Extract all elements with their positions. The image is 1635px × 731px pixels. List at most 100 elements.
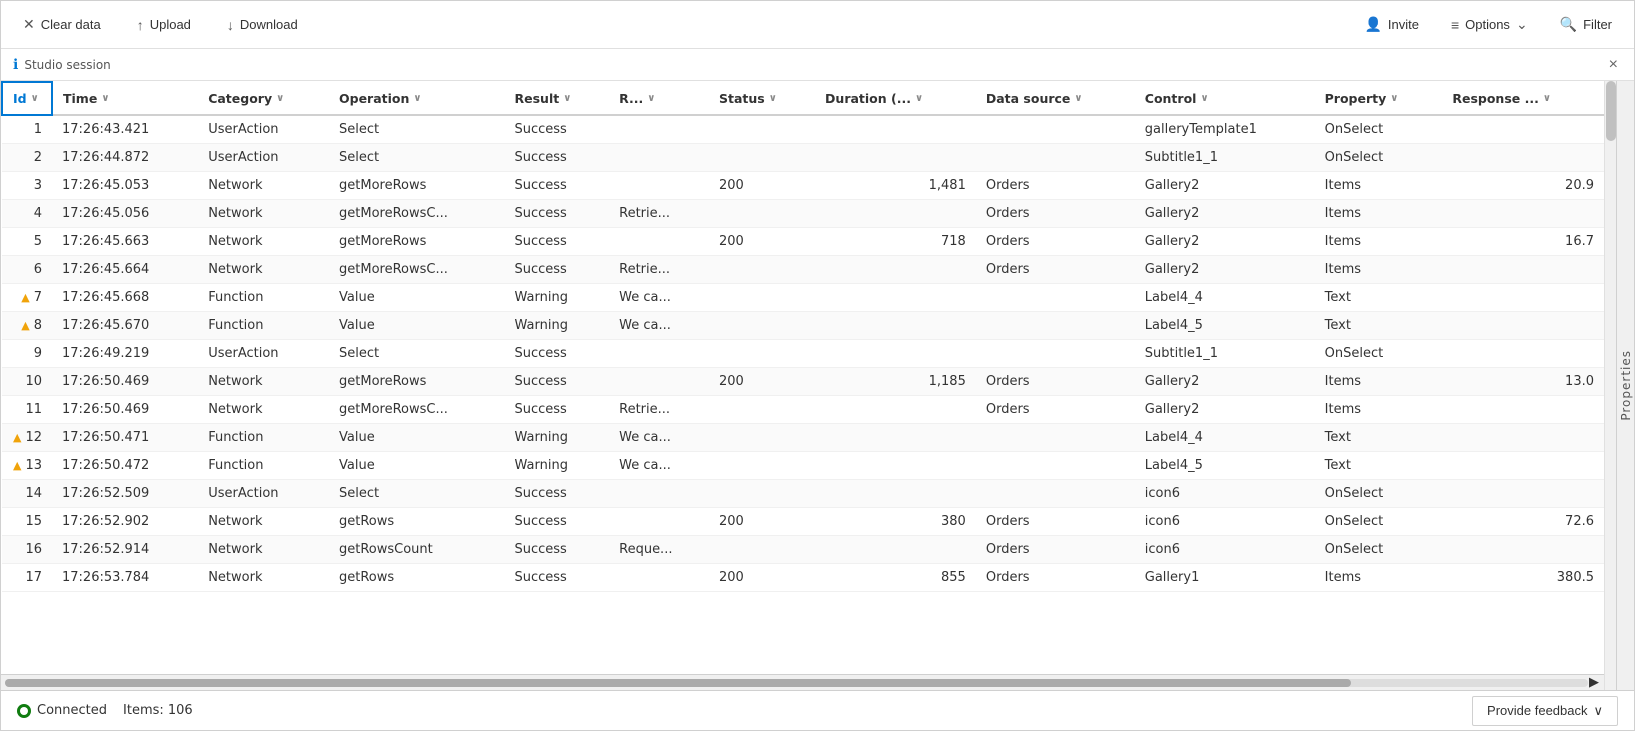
warning-icon: ▲ (13, 459, 21, 472)
provide-feedback-button[interactable]: Provide feedback ∨ (1472, 696, 1618, 726)
cell-result: Success (505, 564, 610, 592)
col-header-operation[interactable]: Operation ∨ (329, 82, 505, 115)
main-area: Id ∨ Time ∨ (1, 81, 1634, 690)
col-header-datasource[interactable]: Data source ∨ (976, 82, 1135, 115)
right-panel[interactable]: Properties (1616, 81, 1634, 690)
clear-data-button[interactable]: ✕ Clear data (17, 12, 107, 37)
cell-id: 17 (2, 564, 52, 592)
cell-datasource: Orders (976, 564, 1135, 592)
cell-id: 2 (2, 144, 52, 172)
upload-icon: ↑ (137, 17, 144, 33)
table-row[interactable]: ▲817:26:45.670FunctionValueWarningWe ca.… (2, 312, 1604, 340)
toolbar-right: 👤 Invite ≡ Options ⌄ 🔍 Filter (1358, 12, 1618, 37)
cell-datasource (976, 480, 1135, 508)
invite-icon: 👤 (1364, 16, 1381, 33)
table-row[interactable]: 317:26:45.053NetworkgetMoreRowsSuccess20… (2, 172, 1604, 200)
table-wrapper[interactable]: Id ∨ Time ∨ (1, 81, 1604, 674)
cell-id: 3 (2, 172, 52, 200)
col-header-duration[interactable]: Duration (... ∨ (815, 82, 976, 115)
cell-id: ▲7 (2, 284, 52, 312)
table-row[interactable]: ▲1317:26:50.472FunctionValueWarningWe ca… (2, 452, 1604, 480)
cell-property: Items (1315, 256, 1443, 284)
col-header-category[interactable]: Category ∨ (198, 82, 329, 115)
cell-property: Text (1315, 284, 1443, 312)
cell-category: Function (198, 424, 329, 452)
col-header-result[interactable]: Result ∨ (505, 82, 610, 115)
col-header-property[interactable]: Property ∨ (1315, 82, 1443, 115)
h-scrollbar-thumb[interactable] (5, 679, 1351, 687)
cell-result: Success (505, 115, 610, 144)
table-row[interactable]: 1017:26:50.469NetworkgetMoreRowsSuccess2… (2, 368, 1604, 396)
app-container: ✕ Clear data ↑ Upload ↓ Download 👤 Invit… (0, 0, 1635, 731)
cell-datasource (976, 452, 1135, 480)
table-row[interactable]: 1517:26:52.902NetworkgetRowsSuccess20038… (2, 508, 1604, 536)
col-status-label: Status (719, 91, 765, 106)
cell-operation: getMoreRowsC... (329, 200, 505, 228)
cell-property: Items (1315, 200, 1443, 228)
cell-operation: Select (329, 115, 505, 144)
table-row[interactable]: 217:26:44.872UserActionSelectSuccessSubt… (2, 144, 1604, 172)
warning-icon: ▲ (21, 319, 29, 332)
horizontal-scroll[interactable]: ▶ (1, 674, 1604, 690)
cell-status: 200 (709, 368, 815, 396)
table-row[interactable]: 917:26:49.219UserActionSelectSuccessSubt… (2, 340, 1604, 368)
col-header-control[interactable]: Control ∨ (1135, 82, 1315, 115)
cell-datasource: Orders (976, 396, 1135, 424)
cell-duration (815, 284, 976, 312)
cell-status (709, 256, 815, 284)
cell-duration (815, 115, 976, 144)
col-header-response[interactable]: Response ... ∨ (1442, 82, 1604, 115)
cell-datasource (976, 144, 1135, 172)
cell-property: Items (1315, 368, 1443, 396)
cell-status (709, 312, 815, 340)
cell-id: ▲12 (2, 424, 52, 452)
cell-duration: 380 (815, 508, 976, 536)
cell-id: 9 (2, 340, 52, 368)
v-scrollbar-thumb[interactable] (1606, 81, 1616, 141)
cell-time: 17:26:43.421 (52, 115, 198, 144)
session-close-button[interactable]: × (1605, 56, 1622, 74)
cell-datasource: Orders (976, 200, 1135, 228)
col-header-time[interactable]: Time ∨ (52, 82, 198, 115)
table-row[interactable]: 517:26:45.663NetworkgetMoreRowsSuccess20… (2, 228, 1604, 256)
cell-duration (815, 340, 976, 368)
upload-button[interactable]: ↑ Upload (131, 13, 197, 37)
table-row[interactable]: 1417:26:52.509UserActionSelectSuccessico… (2, 480, 1604, 508)
cell-datasource: Orders (976, 172, 1135, 200)
cell-datasource: Orders (976, 228, 1135, 256)
cell-result: Success (505, 368, 610, 396)
cell-result: Warning (505, 452, 610, 480)
cell-operation: Value (329, 452, 505, 480)
filter-button[interactable]: 🔍 Filter (1554, 12, 1618, 37)
cell-status: 200 (709, 228, 815, 256)
h-scrollbar-track[interactable] (5, 679, 1588, 687)
col-datasource-label: Data source (986, 91, 1071, 106)
col-header-id[interactable]: Id ∨ (2, 82, 52, 115)
cell-r: Reque... (609, 536, 709, 564)
table-row[interactable]: 617:26:45.664NetworkgetMoreRowsC...Succe… (2, 256, 1604, 284)
col-r-label: R... (619, 91, 643, 106)
cell-control: Gallery2 (1135, 368, 1315, 396)
table-row[interactable]: 1717:26:53.784NetworkgetRowsSuccess20085… (2, 564, 1604, 592)
col-header-r[interactable]: R... ∨ (609, 82, 709, 115)
table-row[interactable]: 417:26:45.056NetworkgetMoreRowsC...Succe… (2, 200, 1604, 228)
toolbar: ✕ Clear data ↑ Upload ↓ Download 👤 Invit… (1, 1, 1634, 49)
cell-result: Success (505, 536, 610, 564)
table-row[interactable]: ▲1217:26:50.471FunctionValueWarningWe ca… (2, 424, 1604, 452)
cell-status: 200 (709, 508, 815, 536)
download-button[interactable]: ↓ Download (221, 13, 304, 37)
col-header-status[interactable]: Status ∨ (709, 82, 815, 115)
cell-control: Subtitle1_1 (1135, 340, 1315, 368)
options-button[interactable]: ≡ Options ⌄ (1445, 12, 1534, 37)
table-row[interactable]: 1617:26:52.914NetworkgetRowsCountSuccess… (2, 536, 1604, 564)
cell-result: Success (505, 480, 610, 508)
vertical-scrollbar[interactable] (1604, 81, 1616, 690)
table-row[interactable]: 117:26:43.421UserActionSelectSuccessgall… (2, 115, 1604, 144)
col-status-sort-icon: ∨ (769, 93, 777, 104)
warning-icon: ▲ (21, 291, 29, 304)
table-row[interactable]: 1117:26:50.469NetworkgetMoreRowsC...Succ… (2, 396, 1604, 424)
col-result-sort-icon: ∨ (563, 93, 571, 104)
invite-button[interactable]: 👤 Invite (1358, 12, 1425, 37)
scroll-right-button[interactable]: ▶ (1588, 677, 1600, 689)
table-row[interactable]: ▲717:26:45.668FunctionValueWarningWe ca.… (2, 284, 1604, 312)
